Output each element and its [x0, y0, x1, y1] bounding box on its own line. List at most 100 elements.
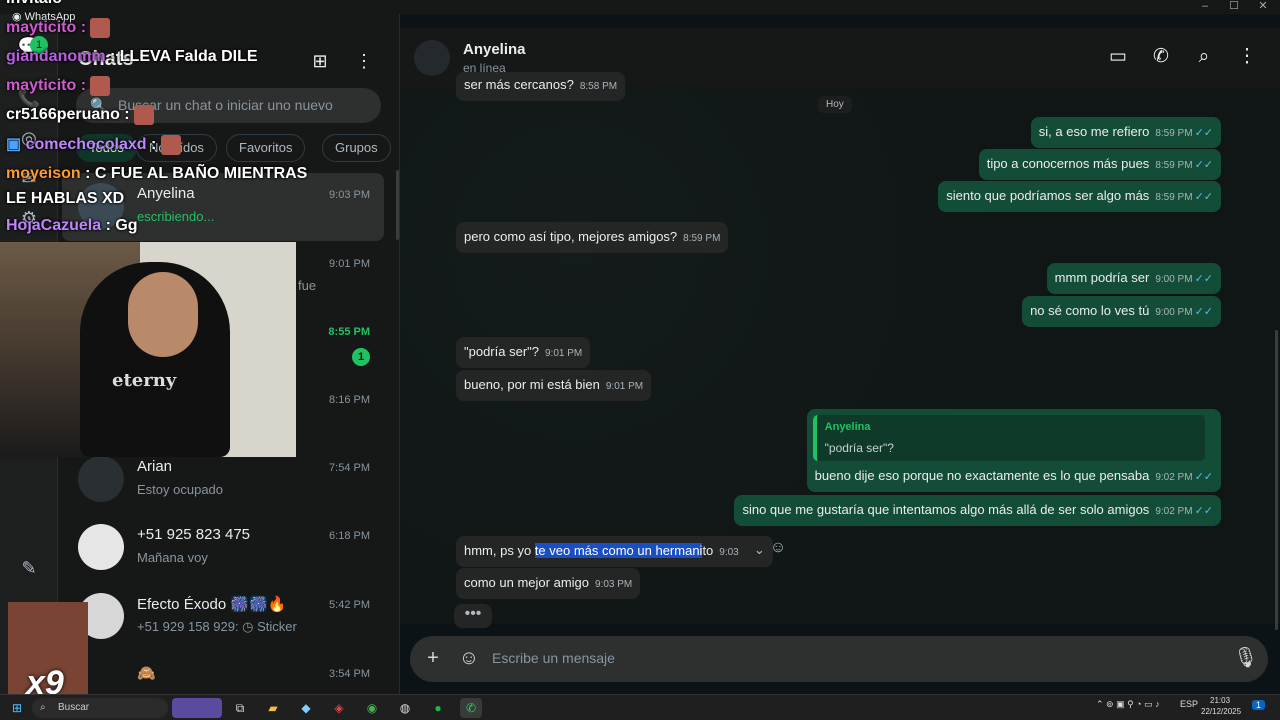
read-ticks-icon: ✓✓: [1194, 471, 1213, 483]
obs-icon[interactable]: ◍: [394, 698, 416, 718]
message-input[interactable]: Escribe un mensaje: [492, 650, 615, 666]
keyboard-language[interactable]: ESP: [1180, 699, 1198, 709]
whatsapp-taskbar-icon[interactable]: ✆: [460, 698, 482, 718]
overlay-line: HojaCazuela : Gg: [6, 217, 138, 234]
message-incoming[interactable]: ser más cercanos? 8:58 PM: [456, 72, 626, 101]
message-time: 8:59 PM: [1155, 128, 1193, 139]
microphone-icon[interactable]: 🎙: [1233, 647, 1258, 671]
emote-icon: [134, 104, 155, 125]
quoted-message[interactable]: Anyelina "podría ser"?: [812, 415, 1205, 461]
chat-row-name: Arian: [137, 458, 173, 475]
voice-call-icon[interactable]: ✆: [1149, 46, 1173, 70]
chat-row-name: +51 925 823 475: [137, 526, 251, 543]
filter-groups[interactable]: Grupos: [322, 134, 391, 162]
quoted-text: "podría ser"?: [824, 441, 894, 455]
message-text: mmm podría ser: [1054, 270, 1150, 285]
chat-row[interactable]: +51 925 823 475 Mañana voy 6:18 PM: [62, 514, 384, 582]
emote-icon: [90, 17, 111, 38]
overlay-user: giandanomm: [6, 48, 106, 65]
message-text: como un mejor amigo: [464, 575, 589, 590]
webcam-overlay: eterny: [0, 242, 296, 457]
message-outgoing[interactable]: sino que me gustaría que intentamos algo…: [734, 495, 1221, 526]
chat-row-preview: Mañana voy: [137, 550, 208, 565]
clock-time[interactable]: 21:03: [1210, 696, 1230, 705]
message-time: 9:03 PM: [595, 579, 633, 590]
message-time: 9:03: [719, 547, 739, 558]
unread-count-badge: 1: [352, 348, 370, 366]
notification-badge[interactable]: 1: [1252, 700, 1266, 710]
app-icon[interactable]: ◆: [295, 698, 317, 718]
menu-icon[interactable]: ⋮: [352, 50, 376, 74]
message-incoming[interactable]: pero como así tipo, mejores amigos? 8:59 …: [456, 222, 729, 253]
overlay-text: Gg: [115, 217, 138, 234]
overlay-user: mayticito: [6, 19, 77, 36]
quoted-author: Anyelina: [824, 421, 871, 433]
message-text-end: to: [702, 543, 714, 558]
overlay-line: mayticito :: [6, 73, 111, 99]
spotify-icon[interactable]: ●: [427, 698, 449, 718]
message-text: "podría ser"?: [464, 344, 539, 359]
avatar: [78, 524, 124, 570]
message-incoming[interactable]: bueno, por mi está bien 9:01 PM: [456, 370, 652, 401]
video-call-icon[interactable]: ▭: [1106, 46, 1130, 70]
task-view-icon[interactable]: ⧉: [229, 698, 251, 718]
overlay-user: moyeison: [6, 165, 81, 182]
overlay-line: mayticito :: [6, 15, 111, 41]
message-outgoing[interactable]: si, a eso me refiero 8:59 PM ✓✓: [1030, 117, 1221, 148]
chat-row[interactable]: Efecto Éxodo 🎆🎆🔥 +51 929 158 929: ◷ Stic…: [62, 583, 384, 651]
search-icon: ⌕: [40, 702, 46, 713]
message-outgoing[interactable]: siento que podríamos ser algo más 8:59 PM…: [938, 181, 1221, 212]
message-time: 9:02 PM: [1155, 506, 1193, 517]
message-time: 9:02 PM: [1155, 472, 1193, 483]
sticker-icon[interactable]: ☺: [457, 647, 481, 671]
clock-date[interactable]: 22/12/2025: [1201, 707, 1241, 716]
emote-icon: [90, 75, 111, 96]
message-outgoing[interactable]: no sé como lo ves tú 9:00 PM ✓✓: [1022, 296, 1221, 327]
read-ticks-icon: ✓✓: [1194, 127, 1213, 139]
taskbar-widget-icon[interactable]: [172, 698, 222, 718]
close-button[interactable]: ✕: [1246, 0, 1280, 14]
taskbar-search-label: Buscar: [58, 702, 90, 713]
message-time: 8:59 PM: [1155, 160, 1193, 171]
attach-icon[interactable]: +: [421, 647, 445, 671]
read-ticks-icon: ✓✓: [1194, 505, 1213, 517]
read-ticks-icon: ✓✓: [1194, 159, 1213, 171]
emoji-reaction-icon[interactable]: ☺: [767, 539, 789, 561]
message-time: 9:00 PM: [1155, 307, 1193, 318]
conversation-scrollbar[interactable]: [1275, 330, 1278, 630]
menu-icon[interactable]: ⋮: [1235, 46, 1259, 70]
app-icon[interactable]: ◈: [328, 698, 350, 718]
message-incoming[interactable]: hmm, ps yo te veo más como un hermanito 9…: [456, 536, 773, 567]
message-time: 8:58 PM: [579, 81, 618, 92]
contact-avatar[interactable]: [414, 40, 450, 76]
chat-row-name: Efecto Éxodo 🎆🎆🔥: [137, 596, 287, 613]
message-outgoing-reply[interactable]: Anyelina "podría ser"? bueno dije eso po…: [806, 409, 1221, 492]
badge-icon: ▣: [6, 136, 22, 153]
message-time: 8:59 PM: [1155, 192, 1193, 203]
chat-list-scrollbar[interactable]: [396, 170, 399, 240]
overlay-line: cr5166peruano :: [6, 102, 155, 128]
file-explorer-icon[interactable]: ▰: [262, 698, 284, 718]
taskbar-search[interactable]: ⌕ Buscar: [32, 698, 168, 718]
chat-row-time: 3:54 PM: [329, 668, 370, 680]
chat-row-preview: fue: [298, 278, 317, 293]
read-ticks-icon: ✓✓: [1194, 273, 1213, 285]
chat-row-name: 🙈: [137, 665, 156, 682]
chat-row[interactable]: 🙈 3:54 PM: [62, 652, 384, 694]
message-text: si, a eso me refiero: [1038, 124, 1150, 139]
chevron-down-icon[interactable]: ⌄: [754, 541, 765, 558]
webcam-face: [128, 272, 198, 357]
ai-icon[interactable]: ✎: [17, 556, 41, 580]
search-icon[interactable]: ⌕: [1192, 46, 1216, 70]
day-separator: Hoy: [818, 96, 852, 113]
message-time: 9:00 PM: [1155, 274, 1193, 285]
message-outgoing[interactable]: tipo a conocernos más pues 8:59 PM ✓✓: [978, 149, 1221, 180]
message-composer[interactable]: + ☺ Escribe un mensaje 🎙: [410, 636, 1268, 682]
message-outgoing[interactable]: mmm podría ser 9:00 PM ✓✓: [1046, 263, 1221, 294]
chrome-icon[interactable]: ◉: [361, 698, 383, 718]
windows-start-icon[interactable]: ⊞: [6, 698, 28, 718]
message-incoming[interactable]: como un mejor amigo 9:03 PM: [456, 568, 641, 599]
message-incoming[interactable]: "podría ser"? 9:01 PM: [456, 337, 591, 368]
overlay-user: mayticito: [6, 77, 77, 94]
tray-icons[interactable]: ⌃ ⊚ ▣ ⚲ ◔ ▭ ♪: [1096, 699, 1160, 710]
